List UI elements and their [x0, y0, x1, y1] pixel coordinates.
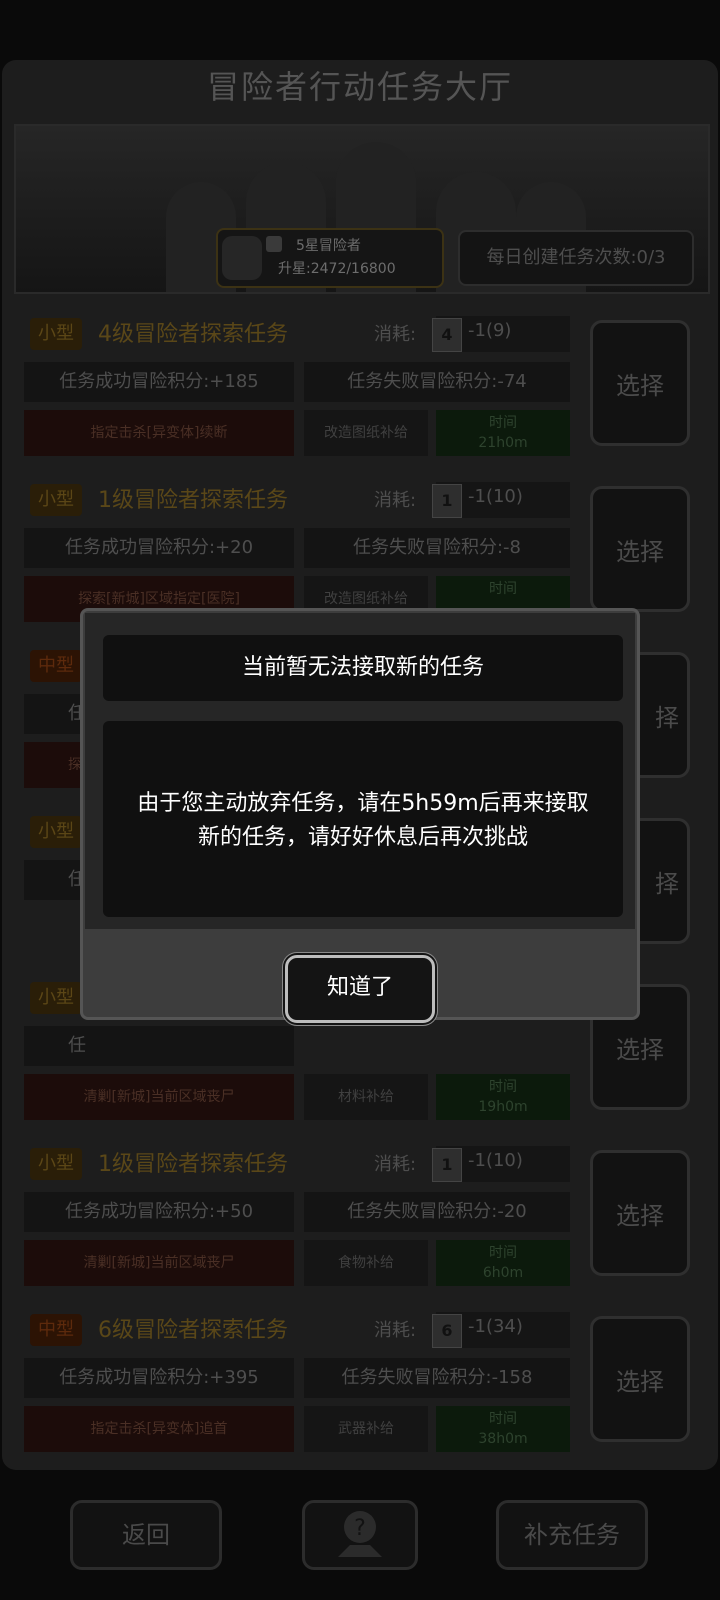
help-button[interactable]: ?: [302, 1500, 418, 1570]
time-value: 6h0m: [482, 1265, 524, 1281]
daily-create-count[interactable]: 每日创建任务次数:0/3: [458, 230, 694, 286]
task-name: 4级冒险者探索任务: [98, 322, 288, 347]
task-size-tag: 小型: [30, 318, 82, 350]
playing-card-icon: 1: [432, 484, 462, 518]
time-label: 时间: [489, 581, 517, 597]
rank-progress: 升星:2472/16800: [278, 261, 396, 277]
success-points: 任务成功冒险积分:+185: [24, 362, 294, 402]
task-time: 时间 38h0m: [436, 1406, 570, 1452]
cost-label: 消耗:: [374, 324, 417, 345]
task-size-tag: 小型: [30, 816, 82, 848]
time-value: 19h0m: [478, 1099, 528, 1115]
select-button[interactable]: 选择: [590, 320, 690, 446]
fail-points: 任务失败冒险积分:-20: [304, 1192, 570, 1232]
task-size-tag: 中型: [30, 1314, 82, 1346]
cost-value: -1(34): [468, 1316, 523, 1337]
back-button[interactable]: 返回: [70, 1500, 222, 1570]
fail-points: 任务失败冒险积分:-74: [304, 362, 570, 402]
task-size-tag: 小型: [30, 484, 82, 516]
cost-value: -1(10): [468, 1150, 523, 1171]
refill-tasks-button[interactable]: 补充任务: [496, 1500, 648, 1570]
select-button[interactable]: 选择: [590, 486, 690, 612]
task-time: 时间 21h0m: [436, 410, 570, 456]
task-supply: 武器补给: [304, 1406, 428, 1452]
task-time: 时间 6h0m: [436, 1240, 570, 1286]
task-name: 1级冒险者探索任务: [98, 488, 288, 513]
task-card: 小型 1级冒险者探索任务 消耗: 1 -1(10) 任务成功冒险积分:+50 任…: [22, 1136, 700, 1288]
task-objective: 清剿[新城]当前区域丧尸: [24, 1240, 294, 1286]
task-supply: 改造图纸补给: [304, 410, 428, 456]
cost-label: 消耗:: [374, 1320, 417, 1341]
success-points: 任务成功冒险积分:+395: [24, 1358, 294, 1398]
time-label: 时间: [489, 415, 517, 431]
dialog-message-line1: 由于您主动放弃任务，请在5h59m后再来接取: [137, 791, 589, 816]
task-supply: 食物补给: [304, 1240, 428, 1286]
time-label: 时间: [489, 1411, 517, 1427]
playing-card-icon: 4: [432, 318, 462, 352]
playing-card-icon: 1: [432, 1148, 462, 1182]
task-size-tag: 小型: [30, 982, 82, 1014]
success-points: 任务成功冒险积分:+20: [24, 528, 294, 568]
task-size-tag: 小型: [30, 1148, 82, 1180]
cost-label: 消耗:: [374, 1154, 417, 1175]
task-time: 时间 19h0m: [436, 1074, 570, 1120]
svg-text:?: ?: [354, 1516, 366, 1541]
rank-stars: 5星冒险者: [296, 238, 361, 254]
dialog-content: 当前暂无法接取新的任务 由于您主动放弃任务，请在5h59m后再来接取 新的任务，…: [85, 613, 635, 929]
ok-button[interactable]: 知道了: [285, 955, 435, 1023]
dialog-message-line2: 新的任务，请好好休息后再次挑战: [197, 825, 528, 850]
playing-card-icon: 6: [432, 1314, 462, 1348]
time-value: 38h0m: [478, 1431, 528, 1447]
dialog-title: 当前暂无法接取新的任务: [103, 635, 623, 701]
rank-icon: [266, 236, 282, 252]
time-label: 时间: [489, 1245, 517, 1261]
task-size-tag: 中型: [30, 650, 82, 682]
task-name: 1级冒险者探索任务: [98, 1152, 288, 1177]
cost-label: 消耗:: [374, 490, 417, 511]
success-points: 任务成功冒险积分:+50: [24, 1192, 294, 1232]
task-card: 小型 1级冒险者探索任务 消耗: 1 -1(10) 任务成功冒险积分:+20 任…: [22, 472, 700, 624]
cost-value: -1(9): [468, 320, 512, 341]
fail-points: 任务失败冒险积分:-8: [304, 528, 570, 568]
success-points: 任: [24, 1026, 294, 1066]
task-name: 6级冒险者探索任务: [98, 1318, 288, 1343]
task-card: 小型 4级冒险者探索任务 消耗: 4 -1(9) 任务成功冒险积分:+185 任…: [22, 306, 700, 458]
task-objective: 指定击杀[异变体]追首: [24, 1406, 294, 1452]
avatar: [222, 236, 262, 280]
notice-dialog: 当前暂无法接取新的任务 由于您主动放弃任务，请在5h59m后再来接取 新的任务，…: [80, 608, 640, 1023]
fail-points: 任务失败冒险积分:-158: [304, 1358, 570, 1398]
select-button[interactable]: 选择: [590, 1150, 690, 1276]
dialog-message: 由于您主动放弃任务，请在5h59m后再来接取 新的任务，请好好休息后再次挑战: [103, 721, 623, 917]
rank-badge[interactable]: 5星冒险者 升星:2472/16800: [216, 228, 444, 288]
time-label: 时间: [489, 1079, 517, 1095]
screen: 冒险者行动任务大厅 5星冒险者 升星:2472/16800 每日创建任务次数:0…: [0, 0, 720, 1600]
task-objective: 清剿[新城]当前区域丧尸: [24, 1074, 294, 1120]
select-button[interactable]: 选择: [590, 1316, 690, 1442]
task-objective: 指定击杀[异变体]续断: [24, 410, 294, 456]
question-map-icon: ?: [338, 1511, 382, 1557]
cost-value: -1(10): [468, 486, 523, 507]
time-value: 21h0m: [478, 435, 528, 451]
task-card: 中型 6级冒险者探索任务 消耗: 6 -1(34) 任务成功冒险积分:+395 …: [22, 1302, 700, 1454]
task-supply: 材料补给: [304, 1074, 428, 1120]
page-title: 冒险者行动任务大厅: [206, 68, 513, 106]
